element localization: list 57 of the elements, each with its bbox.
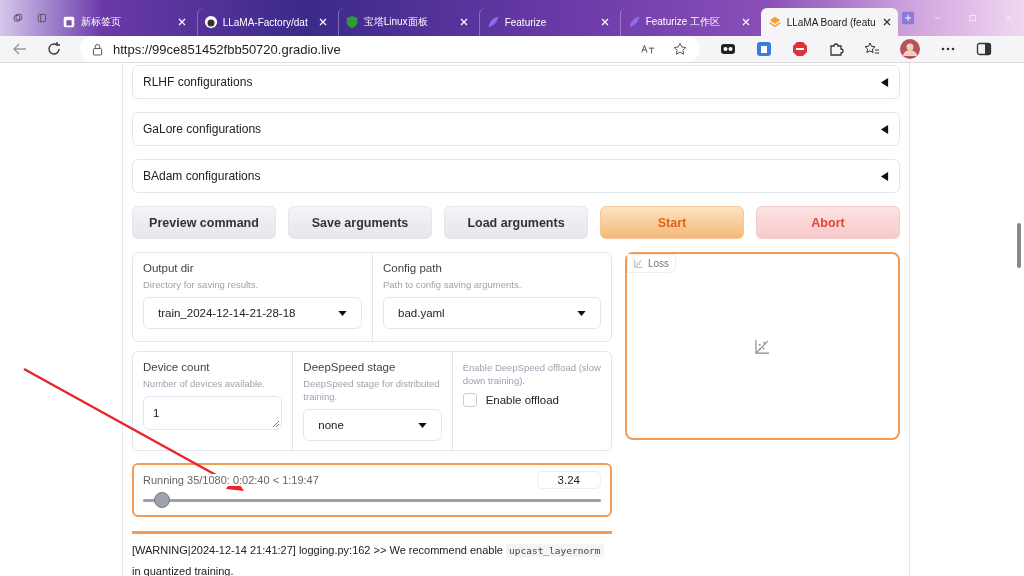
close-icon[interactable] [740, 17, 751, 27]
star-icon[interactable] [672, 42, 688, 56]
resize-handle-icon[interactable] [273, 421, 280, 427]
close-icon[interactable] [881, 17, 892, 27]
field-hint: Number of devices available. [143, 377, 266, 390]
accordion-header[interactable]: BAdam configurations [132, 159, 900, 193]
slider-thumb[interactable] [154, 492, 171, 508]
dropdown[interactable]: none [303, 409, 442, 441]
field-label: DeepSpeed stage [303, 361, 397, 373]
reload-icon[interactable] [46, 41, 62, 57]
input-field[interactable]: 1 [143, 396, 283, 430]
close-icon[interactable] [317, 17, 328, 27]
back-arrow-icon[interactable] [12, 41, 28, 57]
close-icon[interactable] [599, 17, 610, 27]
checkbox[interactable] [462, 393, 477, 407]
caret-icon [880, 77, 889, 87]
action-button[interactable]: Save arguments [288, 206, 432, 239]
translate-icon[interactable] [640, 42, 656, 56]
field-hint: Enable DeepSpeed offload (slow down training). [462, 361, 601, 387]
extension-icon[interactable] [720, 41, 736, 57]
sidebar-icon[interactable] [976, 41, 992, 57]
browser-tab[interactable]: LLaMA Board (featu [760, 8, 898, 36]
field-label: Config path [383, 262, 443, 274]
action-button[interactable]: Load arguments [444, 206, 588, 239]
plot-label: Loss [627, 254, 677, 273]
progress-label: Running 35/1080: 0:02:40 < 1:19:47 [143, 474, 319, 486]
accordion-header[interactable]: GaLore configurations [132, 112, 900, 146]
adblock-icon[interactable] [792, 41, 808, 57]
caret-icon [880, 171, 889, 181]
page-icon [61, 15, 76, 29]
layers-icon [767, 15, 782, 29]
progress-value: 3.24 [536, 471, 601, 489]
address-field[interactable]: https://99ce851452fbb50720.gradio.live [80, 36, 700, 62]
browser-tab[interactable]: 新标签页 [55, 8, 193, 36]
close-icon[interactable] [458, 17, 469, 27]
favorites-icon[interactable] [864, 41, 880, 57]
action-button[interactable]: Preview command [132, 206, 276, 239]
checkbox-label[interactable]: Enable offload [485, 394, 559, 406]
scatter-plot-icon [755, 338, 770, 354]
field-hint: Directory for saving results. [143, 278, 260, 291]
accordion-header[interactable]: RLHF configurations [132, 65, 900, 99]
dropdown[interactable]: train_2024-12-14-21-28-18 [143, 297, 362, 329]
lock-icon [92, 42, 103, 56]
field-hint: DeepSpeed stage for distributed training. [303, 377, 441, 403]
scatter-plot-icon [634, 259, 643, 268]
caret-icon [880, 124, 889, 134]
caret-icon [577, 310, 586, 316]
field-label: Output dir [143, 262, 195, 274]
close-icon[interactable] [176, 17, 187, 27]
caret-icon [338, 310, 347, 316]
field-label: Device count [143, 361, 211, 373]
caret-icon [417, 422, 427, 428]
field-hint: Path to config saving arguments. [383, 278, 523, 291]
puzzle-icon[interactable] [828, 41, 844, 57]
dropdown[interactable]: bad.yaml [383, 297, 601, 329]
shield-icon [344, 15, 359, 29]
avatar-icon[interactable] [900, 39, 920, 59]
